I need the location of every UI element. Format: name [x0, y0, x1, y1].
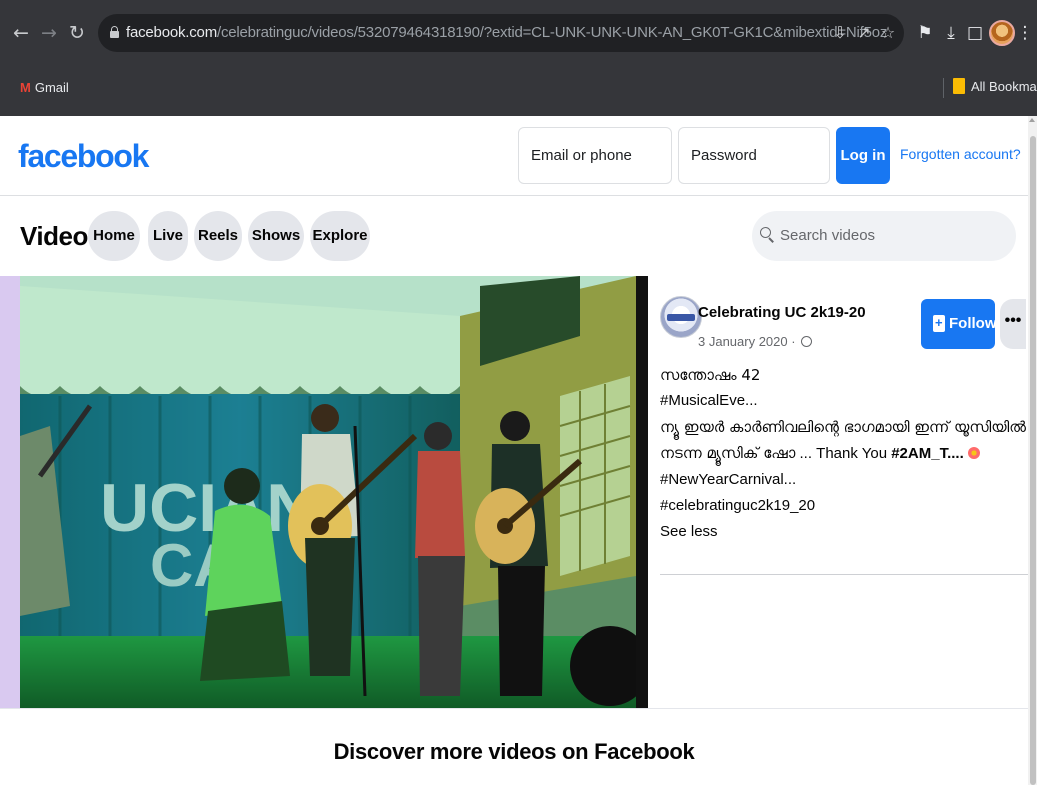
follow-icon	[933, 314, 945, 332]
video-frame: UCIAN CA	[20, 276, 636, 708]
sidepanel-icon[interactable]: □	[964, 22, 986, 44]
page-title: Video	[20, 221, 88, 251]
profile-avatar[interactable]	[989, 20, 1015, 46]
discover-section: Discover more videos on Facebook	[0, 708, 1028, 785]
url-host: facebook.com	[126, 24, 217, 41]
video-nav-bar: Video Home Live Reels Shows Explore Sear…	[0, 197, 1028, 275]
hashtag-celebratinguc[interactable]: #celebratinguc2k19_20	[660, 493, 1026, 519]
browser-chrome: ← → ↻ facebook.com/celebratinguc/videos/…	[0, 0, 1037, 116]
search-icon	[760, 227, 774, 243]
bookmark-gmail-label: Gmail	[34, 80, 69, 95]
share-icon[interactable]: ↗	[854, 23, 874, 43]
all-bookmarks-label: All Bookmarks	[971, 79, 1037, 94]
discover-title: Discover more videos on Facebook	[333, 739, 695, 764]
bookmarks-bar: MGmail All Bookmarks	[0, 72, 1037, 104]
post-caption: സന്തോഷം 42 #MusicalEve... ന്യൂ ഇയർ കാർണി…	[660, 362, 1026, 545]
post-date: 3 January 2020 ·	[698, 334, 796, 349]
forgotten-account-link[interactable]: Forgotten account?	[900, 146, 1021, 162]
hashtag-newyearcarnival[interactable]: #NewYearCarnival...	[660, 467, 1026, 493]
extensions-icon[interactable]: ⚑	[914, 22, 936, 44]
caption-line-4: നടന്ന മ്യൂസിക് ഷോ ... Thank You #2AM_T..…	[660, 440, 1026, 467]
post-timestamp[interactable]: 3 January 2020 ·	[698, 334, 813, 349]
tab-explore[interactable]: Explore	[310, 211, 370, 261]
facebook-logo[interactable]: facebook	[18, 138, 149, 175]
tab-reels[interactable]: Reels	[194, 211, 242, 261]
flower-emoji-icon	[967, 447, 980, 459]
caption-line-4-text: ... Thank You	[795, 445, 892, 462]
hashtag-2am[interactable]: #2AM_T....	[891, 445, 964, 462]
all-bookmarks-button[interactable]: All Bookmarks	[953, 78, 1037, 94]
password-field[interactable]: Password	[678, 127, 830, 184]
scrollbar-thumb[interactable]	[1030, 136, 1036, 785]
globe-icon	[801, 336, 813, 347]
email-field[interactable]: Email or phone	[518, 127, 672, 184]
lock-icon[interactable]	[110, 26, 119, 38]
menu-icon[interactable]: ⋮	[1014, 22, 1036, 44]
caption-line-3: ന്യൂ ഇയർ കാർണിവലിന്റെ ഭാഗമായി ഇന്ന് യൂസി…	[660, 418, 1026, 436]
install-icon[interactable]: ⇩	[830, 23, 850, 43]
tab-home[interactable]: Home	[88, 211, 140, 261]
folder-icon	[953, 78, 965, 94]
video-player[interactable]: UCIAN CA	[20, 276, 636, 708]
scroll-up-icon[interactable]	[1029, 118, 1035, 122]
login-button[interactable]: Log in	[836, 127, 890, 184]
bookmark-gmail[interactable]: M Gmail	[20, 80, 69, 95]
tab-shows[interactable]: Shows	[248, 211, 304, 261]
tab-live[interactable]: Live	[148, 211, 188, 261]
follow-label: Follow	[949, 315, 997, 332]
caption-line-1: സന്തോഷം 42	[660, 366, 761, 384]
url-text[interactable]: facebook.com/celebratinguc/videos/532079…	[126, 24, 887, 41]
download-icon[interactable]: ⤓	[940, 22, 962, 44]
caption-line-4-mal: നടന്ന മ്യൂസിക് ഷോ	[660, 444, 796, 462]
hashtag-musicaleve[interactable]: #MusicalEve...	[660, 388, 1026, 414]
bookmarks-divider	[943, 78, 944, 98]
follow-button[interactable]: Follow	[921, 299, 997, 349]
more-options-button[interactable]: •••	[1000, 299, 1026, 349]
address-bar[interactable]: facebook.com/celebratinguc/videos/532079…	[98, 14, 904, 52]
search-placeholder: Search videos	[780, 227, 876, 244]
post-divider	[660, 574, 1028, 575]
url-path: /celebratinguc/videos/532079464318190/?e…	[216, 24, 888, 41]
search-videos-input[interactable]: Search videos	[752, 211, 1016, 261]
forward-icon[interactable]: →	[38, 22, 60, 44]
star-icon[interactable]: ☆	[878, 23, 898, 43]
reload-icon[interactable]: ↻	[66, 22, 88, 44]
see-less-link[interactable]: See less	[660, 519, 1026, 545]
post-panel: Celebrating UC 2k19-20 3 January 2020 · …	[648, 276, 1028, 708]
back-icon[interactable]: ←	[10, 22, 32, 44]
facebook-header: facebook Email or phone Password Log in …	[0, 116, 1028, 196]
gmail-icon: M	[20, 80, 31, 95]
page-avatar[interactable]	[660, 296, 702, 338]
page-name-link[interactable]: Celebrating UC 2k19-20	[698, 304, 866, 321]
address-bar-row: ← → ↻ facebook.com/celebratinguc/videos/…	[0, 8, 1037, 60]
